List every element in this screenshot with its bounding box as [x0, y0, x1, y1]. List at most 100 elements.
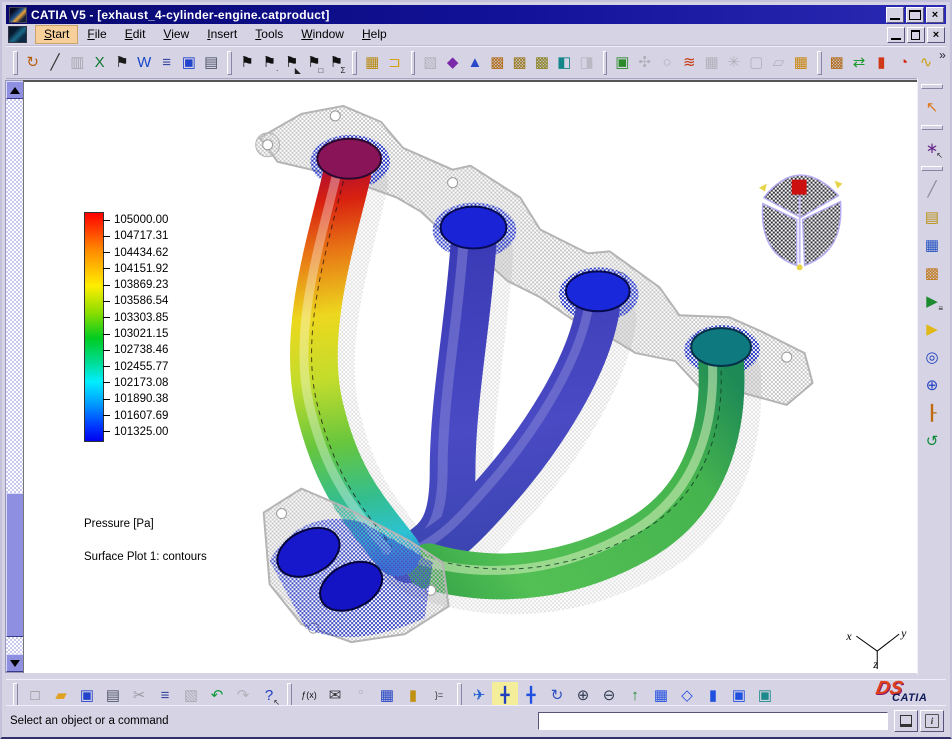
- select-arrow-button[interactable]: ↖: [919, 94, 945, 120]
- mesh-part-button[interactable]: ▦: [361, 50, 383, 76]
- scroll-up-button[interactable]: [6, 81, 24, 99]
- vertical-scrollbar[interactable]: [5, 80, 25, 673]
- menu-start[interactable]: Start: [35, 25, 78, 44]
- toolbar-handle[interactable]: [13, 51, 18, 75]
- dim-rotor-button[interactable]: ✳: [723, 50, 745, 76]
- ruler-button[interactable]: ▮: [870, 50, 892, 76]
- compute-checklist-button[interactable]: ▶≡: [919, 288, 945, 314]
- toolbar-handle[interactable]: [352, 51, 357, 75]
- grid-cube-button[interactable]: ▩: [919, 260, 945, 286]
- grid-domain-button[interactable]: ▦: [790, 50, 812, 76]
- export-excel-button[interactable]: X: [88, 50, 110, 76]
- analysis-case-solid-button[interactable]: ⚑□: [303, 50, 325, 76]
- boundary-mesh-icon: ≋: [683, 55, 696, 70]
- visu-dim-button[interactable]: ▧: [419, 50, 441, 76]
- mdi-close-button[interactable]: ×: [927, 27, 945, 43]
- menu-file[interactable]: File: [78, 25, 115, 44]
- run-analysis-button[interactable]: ▶: [919, 316, 945, 342]
- toolbar-handle[interactable]: [817, 51, 822, 75]
- dim-grill-button[interactable]: ▦: [700, 50, 722, 76]
- measure-wand-icon: ╱: [927, 182, 936, 197]
- analysis-case-button[interactable]: ⚑: [236, 50, 258, 76]
- scrollbar-thumb[interactable]: [6, 493, 24, 637]
- analysis-excel-button[interactable]: ⚑: [111, 50, 133, 76]
- source-solid-button[interactable]: ◆: [442, 50, 464, 76]
- toolbar-handle[interactable]: [457, 683, 462, 707]
- update-mesh-button[interactable]: ⇄: [848, 50, 870, 76]
- analysis-case-point-button[interactable]: ⚑·: [258, 50, 280, 76]
- compass-free-rotation-handle[interactable]: [792, 180, 807, 195]
- doc-info-button[interactable]: i: [920, 710, 944, 732]
- image-zoom-button[interactable]: ⊕: [919, 372, 945, 398]
- structure-tree-icon: ┠: [927, 406, 936, 421]
- minimize-button[interactable]: [886, 7, 904, 23]
- undo-icon: ↶: [211, 688, 224, 703]
- select-tools-button[interactable]: ∗↖: [919, 135, 945, 161]
- menu-help[interactable]: Help: [353, 25, 396, 44]
- measure-wand-button[interactable]: ╱: [919, 176, 945, 202]
- toolbar-handle[interactable]: [921, 84, 943, 89]
- scroll-down-button[interactable]: [6, 654, 24, 672]
- mesh-box-3-button[interactable]: ▩: [531, 50, 553, 76]
- close-button[interactable]: ×: [926, 7, 944, 23]
- ruler-icon: ▮: [877, 55, 885, 70]
- analysis-case-sum-modifier-icon: Σ: [341, 67, 346, 75]
- menu-insert[interactable]: Insert: [198, 25, 246, 44]
- report-window-button[interactable]: ▦: [919, 232, 945, 258]
- dim-fan-button[interactable]: ✣: [634, 50, 656, 76]
- print-analysis-icon: ▤: [204, 55, 218, 70]
- lock-body-button[interactable]: ▣: [611, 50, 633, 76]
- eyedropper-button[interactable]: ╱: [44, 50, 66, 76]
- manage-views-button[interactable]: ▥: [66, 50, 88, 76]
- print-analysis-button[interactable]: ▤: [200, 50, 222, 76]
- mdi-restore-button[interactable]: [907, 27, 925, 43]
- annotations-button[interactable]: ▤: [919, 204, 945, 230]
- boundary-mesh-button[interactable]: ≋: [678, 50, 700, 76]
- 3d-viewport[interactable]: x y z 105000.00104717.31104434.62104151.…: [23, 80, 918, 673]
- rotate-icon: ↻: [551, 688, 564, 703]
- menu-edit[interactable]: Edit: [116, 25, 155, 44]
- analysis-case-probe-button[interactable]: ⚑◣: [281, 50, 303, 76]
- mesh-box-1-button[interactable]: ▩: [486, 50, 508, 76]
- maximize-button[interactable]: [906, 7, 924, 23]
- save-analysis-button[interactable]: ▣: [178, 50, 200, 76]
- cylinder-view-icon: ▮: [709, 688, 717, 703]
- toolbar-handle[interactable]: [921, 166, 943, 171]
- toolbar-handle[interactable]: [411, 51, 416, 75]
- import-mesh-button[interactable]: ⊐: [383, 50, 405, 76]
- dim-box-button[interactable]: ▢: [745, 50, 767, 76]
- source-point-button[interactable]: ▲: [464, 50, 486, 76]
- copy-results-button[interactable]: ≡: [155, 50, 177, 76]
- mdi-minimize-button[interactable]: [887, 27, 905, 43]
- update-button[interactable]: ↻: [22, 50, 44, 76]
- menu-window[interactable]: Window: [292, 25, 353, 44]
- dim-part-button[interactable]: ◨: [575, 50, 597, 76]
- analysis-case-sum-button[interactable]: ⚑Σ: [325, 50, 347, 76]
- power-input-button[interactable]: [894, 710, 918, 732]
- menu-tools[interactable]: Tools: [246, 25, 292, 44]
- part-cube-button[interactable]: ◧: [553, 50, 575, 76]
- legend-title: Pressure [Pa]: [84, 518, 154, 530]
- zoom-out-icon: ⊖: [603, 688, 616, 703]
- sensor-plot-button[interactable]: ∿: [915, 50, 937, 76]
- toolbar-handle[interactable]: [603, 51, 608, 75]
- mesh-box-2-button[interactable]: ▩: [508, 50, 530, 76]
- image-visu-button[interactable]: ◎: [919, 344, 945, 370]
- mesh-part-icon: ▦: [365, 55, 379, 70]
- window-title: CATIA V5 - [exhaust_4-cylinder-engine.ca…: [31, 8, 886, 22]
- toolbar-handle[interactable]: [227, 51, 232, 75]
- 3d-compass[interactable]: [759, 175, 843, 270]
- toolbar-handle[interactable]: [921, 125, 943, 130]
- command-input[interactable]: [538, 712, 888, 730]
- mesh-spec-button[interactable]: ▩: [826, 50, 848, 76]
- knowledge-swirl-button[interactable]: ↺: [919, 428, 945, 454]
- structure-tree-button[interactable]: ┠: [919, 400, 945, 426]
- toolbar-handle[interactable]: [13, 683, 18, 707]
- dim-lamp-button[interactable]: ○: [656, 50, 678, 76]
- toolbar-overflow-chevron[interactable]: »: [939, 47, 946, 62]
- toolbar-handle[interactable]: [287, 683, 292, 707]
- timer-button[interactable]: ◔: [893, 50, 915, 76]
- export-word-button[interactable]: W: [133, 50, 155, 76]
- dim-plane-button[interactable]: ▱: [767, 50, 789, 76]
- menu-view[interactable]: View: [154, 25, 198, 44]
